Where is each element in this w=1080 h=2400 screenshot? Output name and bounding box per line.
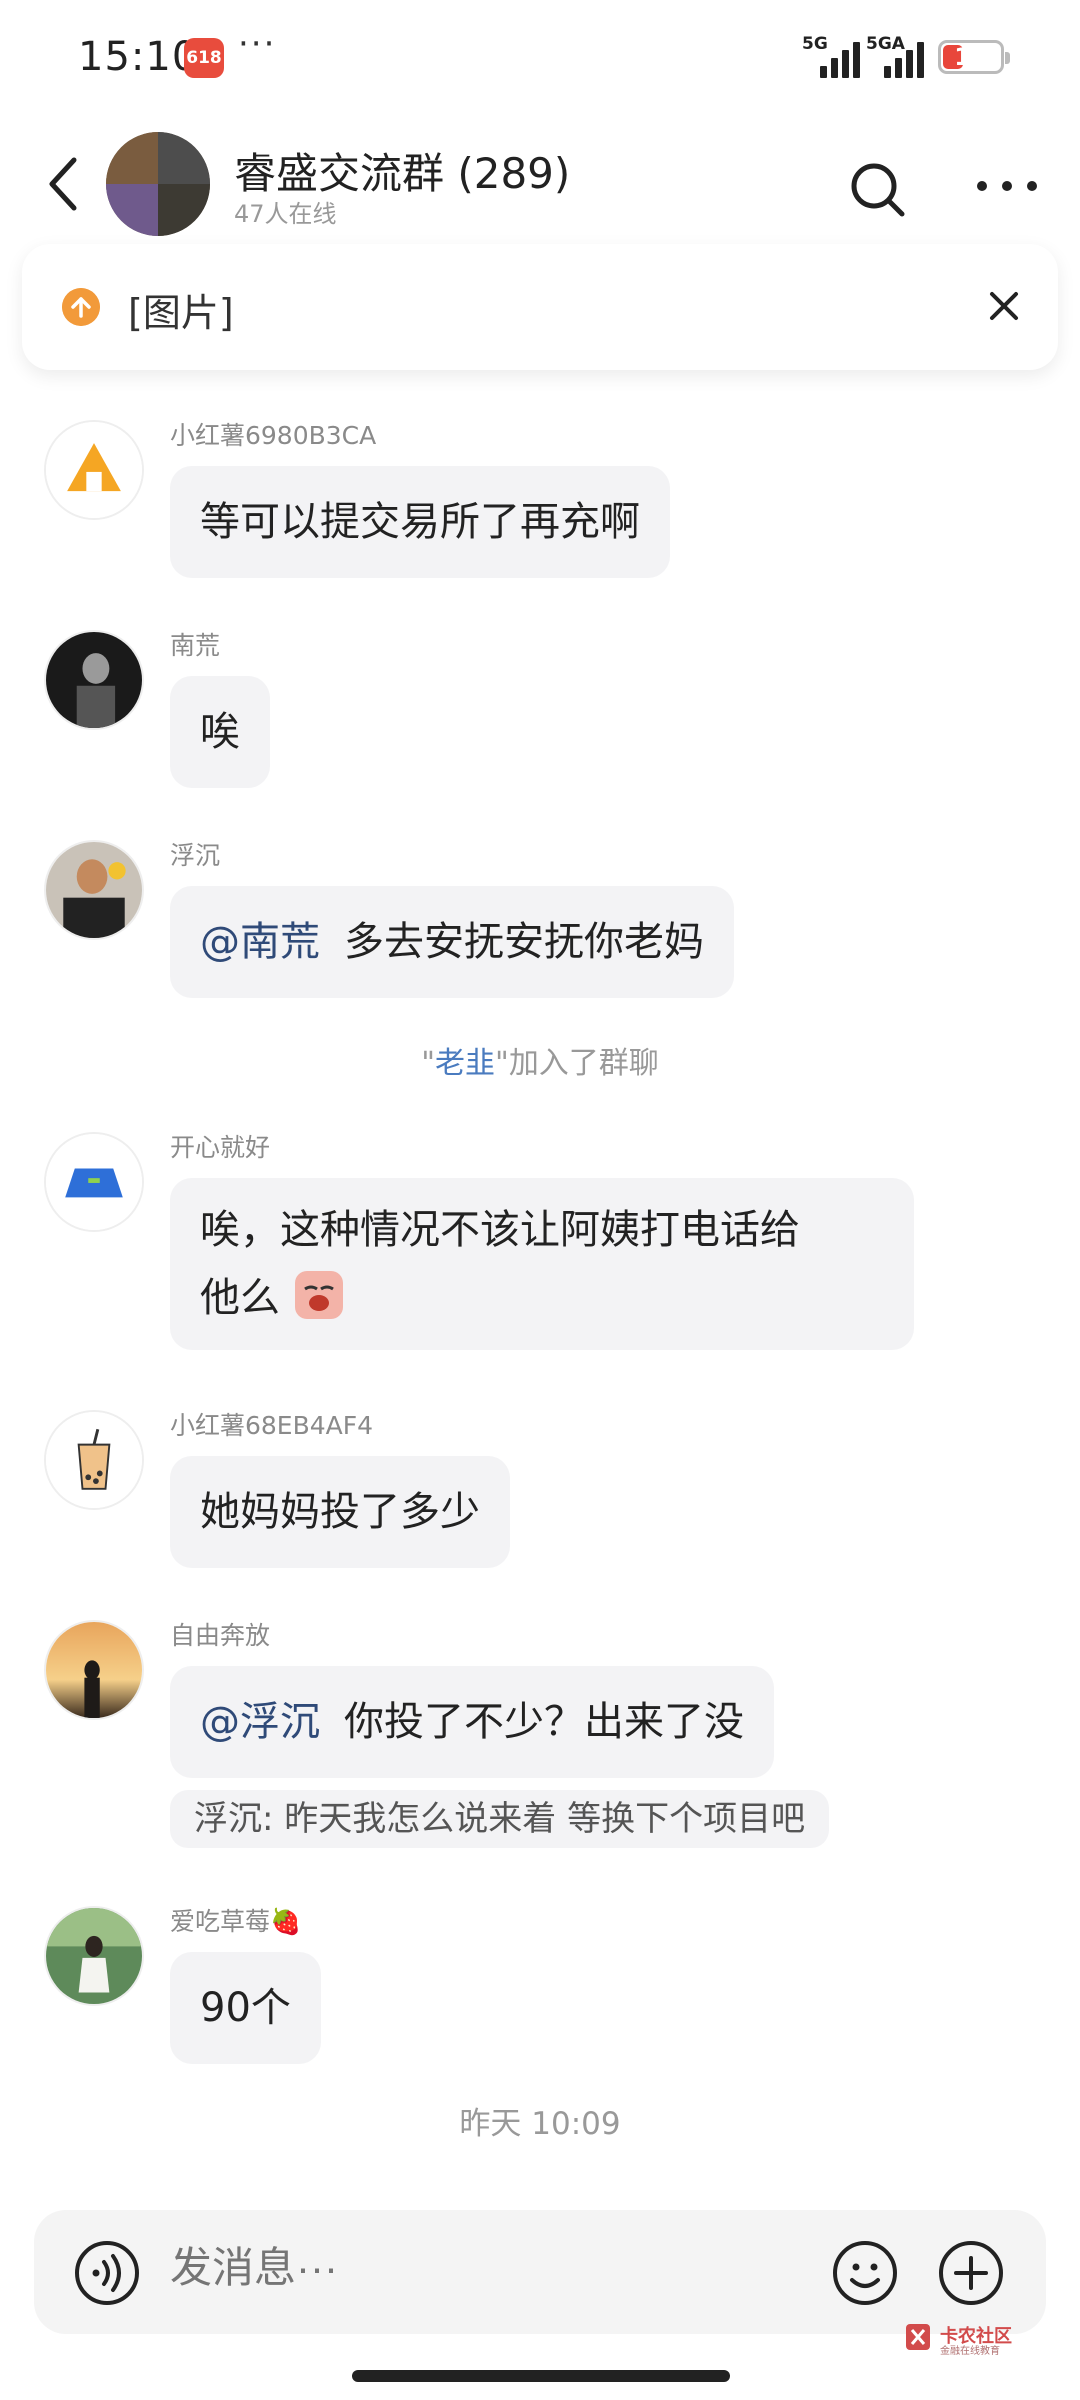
pin-arrow-icon bbox=[62, 288, 100, 326]
message-text-line: 唉，这种情况不该让阿姨打电话给 bbox=[200, 1207, 800, 1253]
status-bar: 15:10 618 ··· 5G 5GA 17 bbox=[0, 0, 1080, 110]
avatar[interactable] bbox=[44, 420, 144, 520]
avatar[interactable] bbox=[44, 1132, 144, 1232]
more-options-icon[interactable] bbox=[972, 174, 1042, 198]
message-composer bbox=[34, 2210, 1046, 2334]
mention-link[interactable]: @浮沉 bbox=[200, 1699, 320, 1745]
close-icon[interactable] bbox=[982, 284, 1026, 328]
pinned-message-banner[interactable]: [图片] bbox=[22, 244, 1058, 370]
group-title[interactable]: 睿盛交流群 (289) bbox=[234, 140, 570, 201]
app-618-icon: 618 bbox=[184, 38, 224, 78]
watermark-subtext: 金融在线教育 bbox=[940, 2346, 1000, 2357]
crying-emoji-icon bbox=[294, 1271, 343, 1319]
battery-level: 17 bbox=[954, 43, 988, 71]
online-count: 47人在线 bbox=[234, 200, 337, 228]
sender-name: 自由奔放 bbox=[170, 1621, 271, 1650]
message-text-line: 他么 bbox=[200, 1275, 280, 1321]
message-input[interactable] bbox=[170, 2244, 730, 2292]
watermark-logo: 卡农社区 金融在线教育 bbox=[904, 2320, 1024, 2360]
search-icon[interactable] bbox=[846, 158, 910, 222]
avatar[interactable] bbox=[44, 1410, 144, 1510]
message-bubble[interactable]: 唉，这种情况不该让阿姨打电话给 他么 bbox=[170, 1178, 914, 1350]
joined-user-link[interactable]: 老韭 bbox=[435, 1046, 495, 1081]
voice-input-icon[interactable] bbox=[74, 2240, 140, 2306]
sender-name: 小红薯6980B3CA bbox=[170, 421, 377, 450]
sender-name: 南荒 bbox=[170, 631, 221, 660]
chat-header: 睿盛交流群 (289) 47人在线 bbox=[0, 110, 1080, 250]
back-arrow-icon[interactable] bbox=[44, 154, 84, 214]
message-bubble[interactable]: @浮沉 你投了不少？出来了没 bbox=[170, 1666, 774, 1778]
timestamp: 昨天 10:09 bbox=[459, 2106, 621, 2142]
home-indicator[interactable] bbox=[352, 2370, 730, 2382]
message-bubble[interactable]: 等可以提交易所了再充啊 bbox=[170, 466, 670, 578]
status-more-icon: ··· bbox=[238, 24, 277, 64]
avatar[interactable] bbox=[44, 1620, 144, 1720]
sender-name: 爱吃草莓🍓 bbox=[170, 1907, 302, 1936]
sender-name: 小红薯68EB4AF4 bbox=[170, 1411, 374, 1440]
mention-link[interactable]: @南荒 bbox=[200, 919, 320, 965]
message-bubble[interactable]: 唉 bbox=[170, 676, 270, 788]
message-bubble[interactable]: 90个 bbox=[170, 1952, 321, 2064]
avatar[interactable] bbox=[44, 1906, 144, 2006]
watermark-icon bbox=[906, 2324, 930, 2350]
quoted-reply[interactable]: 浮沉: 昨天我怎么说来着 等换下个项目吧 bbox=[170, 1790, 830, 1848]
status-time: 15:10 bbox=[78, 34, 199, 80]
system-join-notice: "老韭"加入了群聊 bbox=[421, 1046, 659, 1081]
message-text: 你投了不少？出来了没 bbox=[344, 1699, 744, 1745]
group-avatar[interactable] bbox=[106, 132, 210, 236]
battery-icon: 17 bbox=[938, 40, 1010, 74]
pinned-message-text: [图片] bbox=[128, 291, 234, 335]
emoji-icon[interactable] bbox=[832, 2240, 898, 2306]
message-text: 多去安抚安抚你老妈 bbox=[344, 919, 704, 965]
message-bubble[interactable]: 她妈妈投了多少 bbox=[170, 1456, 510, 1568]
message-bubble[interactable]: @南荒 多去安抚安抚你老妈 bbox=[170, 886, 734, 998]
avatar[interactable] bbox=[44, 630, 144, 730]
plus-icon[interactable] bbox=[938, 2240, 1004, 2306]
sender-name: 浮沉 bbox=[170, 841, 221, 870]
sender-name: 开心就好 bbox=[170, 1133, 271, 1162]
avatar[interactable] bbox=[44, 840, 144, 940]
